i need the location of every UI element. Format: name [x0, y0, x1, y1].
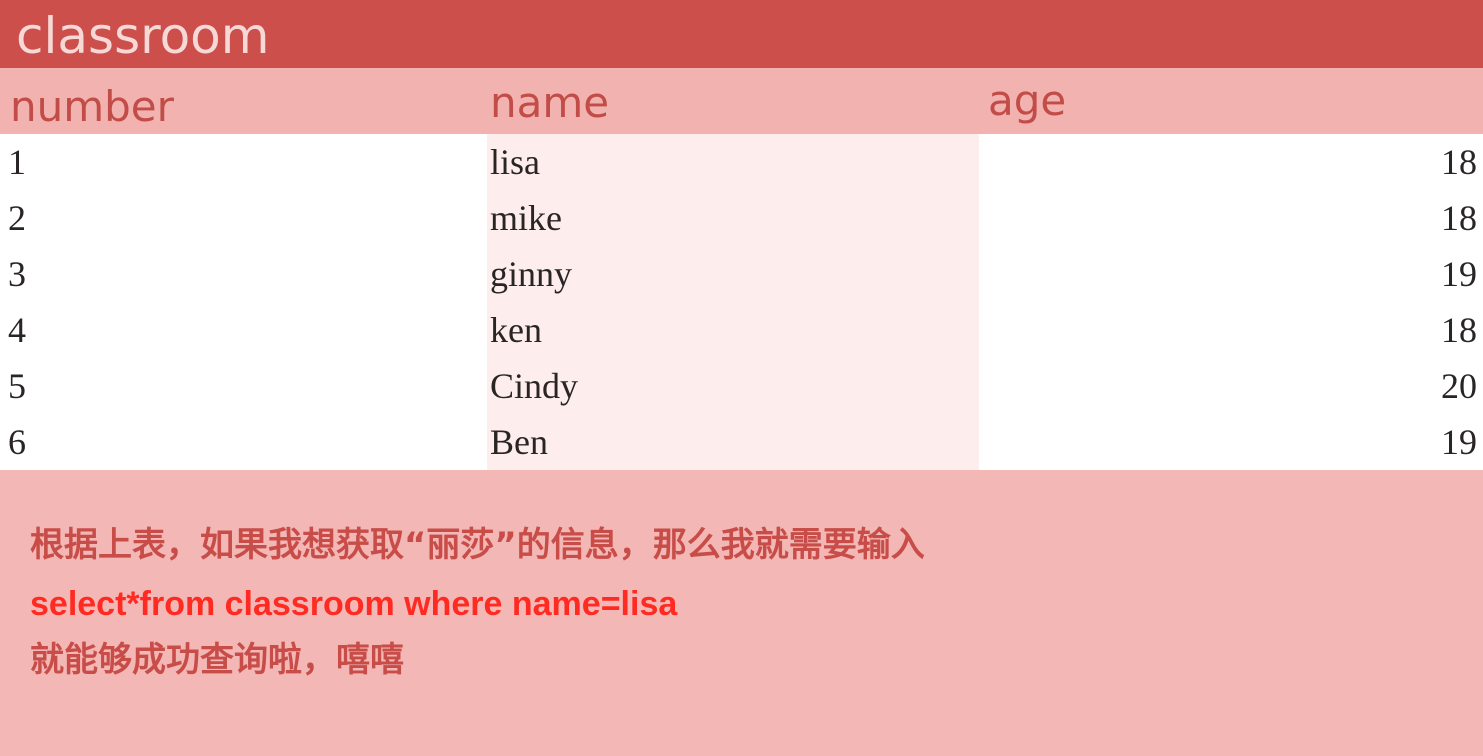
cell-age: 18: [979, 302, 1483, 358]
sql-query-text: select*from classroom where name=lisa: [30, 585, 678, 623]
table-title-bar: classroom: [0, 0, 1483, 68]
cell-age: 18: [979, 134, 1483, 190]
cell-name: Ben: [487, 414, 979, 470]
table-row: 6 Ben 19: [0, 414, 1483, 470]
column-header-number: number: [10, 82, 174, 131]
cell-number: 2: [0, 190, 487, 246]
cell-age: 19: [979, 414, 1483, 470]
explanation-text: 根据上表，如果我想获取“丽莎”的信息，那么我就需要输入: [30, 525, 925, 565]
table-header-row: [0, 68, 1483, 134]
cell-number: 5: [0, 358, 487, 414]
table-row: 3 ginny 19: [0, 246, 1483, 302]
cell-name: Cindy: [487, 358, 979, 414]
cell-name: lisa: [487, 134, 979, 190]
cell-number: 1: [0, 134, 487, 190]
table-row: 5 Cindy 20: [0, 358, 1483, 414]
table-row: 4 ken 18: [0, 302, 1483, 358]
result-text: 就能够成功查询啦，嘻嘻: [30, 640, 404, 680]
cell-name: ginny: [487, 246, 979, 302]
table-title: classroom: [16, 7, 270, 65]
cell-number: 4: [0, 302, 487, 358]
table-row: 1 lisa 18: [0, 134, 1483, 190]
cell-number: 3: [0, 246, 487, 302]
column-header-age: age: [988, 76, 1067, 125]
cell-age: 20: [979, 358, 1483, 414]
table-row: 2 mike 18: [0, 190, 1483, 246]
column-header-name: name: [490, 78, 610, 127]
cell-age: 18: [979, 190, 1483, 246]
cell-age: 19: [979, 246, 1483, 302]
cell-name: mike: [487, 190, 979, 246]
cell-name: ken: [487, 302, 979, 358]
cell-number: 6: [0, 414, 487, 470]
table-body: 1 lisa 18 2 mike 18 3 ginny 19 4 ken 18 …: [0, 134, 1483, 470]
